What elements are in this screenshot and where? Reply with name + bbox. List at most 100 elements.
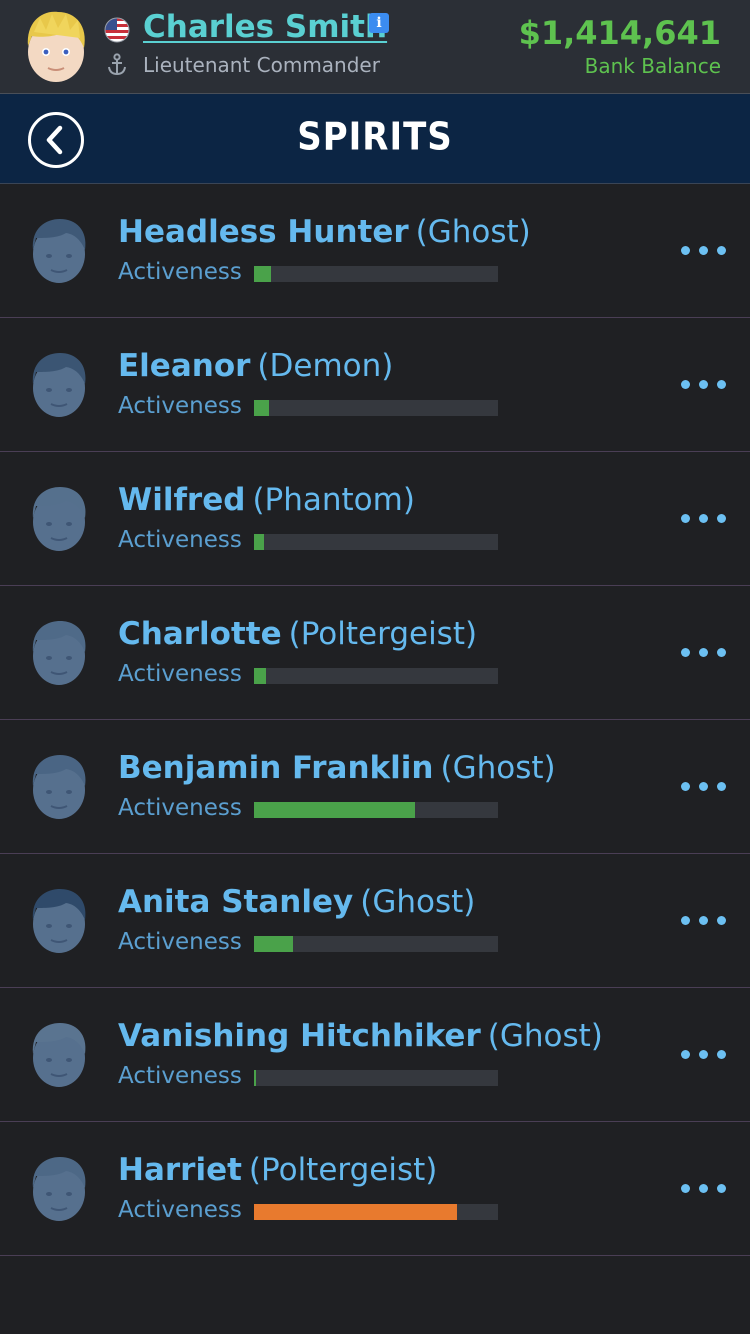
spirit-name-line: Benjamin Franklin (Ghost) (118, 750, 556, 786)
spirit-avatar (32, 755, 86, 819)
spirit-list: Headless Hunter (Ghost) Activeness Eleano… (0, 184, 750, 1256)
spirit-row-7[interactable]: Vanishing Hitchhiker (Ghost) Activeness (0, 988, 750, 1122)
page-title: SPIRITS (297, 114, 453, 160)
spirit-name-line: Charlotte (Poltergeist) (118, 616, 477, 652)
more-options-button[interactable] (676, 638, 732, 666)
more-dot-icon (717, 514, 726, 523)
spirit-type: (Demon) (257, 348, 394, 384)
more-dot-icon (699, 1050, 708, 1059)
spirit-avatar (32, 1023, 86, 1087)
more-options-button[interactable] (676, 906, 732, 934)
more-options-button[interactable] (676, 772, 732, 800)
spirit-type: (Ghost) (440, 750, 556, 786)
title-bar: SPIRITS (0, 94, 750, 184)
spirit-avatar (32, 219, 86, 283)
spirit-type: (Poltergeist) (288, 616, 478, 652)
more-dot-icon (699, 916, 708, 925)
more-options-button[interactable] (676, 504, 732, 532)
anchor-icon (108, 53, 126, 76)
spirit-name: Wilfred (118, 482, 246, 518)
more-dot-icon (699, 246, 708, 255)
activeness-bar-fill (254, 1204, 457, 1220)
more-dot-icon (699, 514, 708, 523)
more-dot-icon (681, 246, 690, 255)
more-dot-icon (717, 648, 726, 657)
activeness-label: Activeness (118, 1063, 242, 1089)
us-flag-icon (104, 17, 130, 43)
spirit-row-6[interactable]: Anita Stanley (Ghost) Activeness (0, 854, 750, 988)
activeness-label: Activeness (118, 929, 242, 955)
spirit-type: (Ghost) (415, 214, 531, 250)
spirit-row-4[interactable]: Charlotte (Poltergeist) Activeness (0, 586, 750, 720)
activeness-bar (254, 400, 498, 416)
spirit-name-line: Anita Stanley (Ghost) (118, 884, 475, 920)
activeness-label: Activeness (118, 527, 242, 553)
activeness-label: Activeness (118, 661, 242, 687)
activeness-label: Activeness (118, 393, 242, 419)
player-name-link[interactable]: Charles Smith (143, 9, 387, 45)
spirit-type: (Poltergeist) (248, 1152, 438, 1188)
more-dot-icon (699, 380, 708, 389)
spirit-row-8[interactable]: Harriet (Poltergeist) Activeness (0, 1122, 750, 1256)
activeness-label: Activeness (118, 1197, 242, 1223)
more-dot-icon (717, 1050, 726, 1059)
activeness-bar-fill (254, 266, 271, 282)
info-icon[interactable]: i (369, 13, 389, 33)
more-dot-icon (681, 648, 690, 657)
activeness-bar-fill (254, 400, 269, 416)
activeness-bar (254, 668, 498, 684)
spirit-name: Anita Stanley (118, 884, 354, 920)
bank-balance-label: Bank Balance (584, 54, 721, 78)
spirit-avatar (32, 889, 86, 953)
more-dot-icon (717, 246, 726, 255)
activeness-label: Activeness (118, 795, 242, 821)
more-dot-icon (717, 916, 726, 925)
more-dot-icon (681, 782, 690, 791)
spirit-avatar (32, 353, 86, 417)
more-dot-icon (699, 1184, 708, 1193)
activeness-bar-fill (254, 1070, 256, 1086)
spirit-row-2[interactable]: Eleanor (Demon) Activeness (0, 318, 750, 452)
spirit-name: Headless Hunter (118, 214, 409, 250)
more-dot-icon (699, 782, 708, 791)
more-dot-icon (717, 380, 726, 389)
spirit-type: (Ghost) (487, 1018, 603, 1054)
more-dot-icon (717, 1184, 726, 1193)
spirit-name-line: Eleanor (Demon) (118, 348, 393, 384)
profile-header: Charles Smith i Lieutenant Commander $1,… (0, 0, 750, 94)
more-options-button[interactable] (676, 370, 732, 398)
player-avatar[interactable] (20, 8, 92, 84)
spirit-row-1[interactable]: Headless Hunter (Ghost) Activeness (0, 184, 750, 318)
spirit-name-line: Wilfred (Phantom) (118, 482, 415, 518)
spirit-type: (Ghost) (360, 884, 476, 920)
activeness-bar-fill (254, 802, 415, 818)
spirit-row-3[interactable]: Wilfred (Phantom) Activeness (0, 452, 750, 586)
activeness-bar (254, 936, 498, 952)
spirit-name: Benjamin Franklin (118, 750, 434, 786)
more-options-button[interactable] (676, 236, 732, 264)
activeness-bar (254, 1070, 498, 1086)
activeness-label: Activeness (118, 259, 242, 285)
activeness-bar-fill (254, 668, 266, 684)
more-dot-icon (681, 380, 690, 389)
spirit-name: Charlotte (118, 616, 282, 652)
more-dot-icon (699, 648, 708, 657)
spirit-avatar (32, 1157, 86, 1221)
spirit-name-line: Headless Hunter (Ghost) (118, 214, 531, 250)
activeness-bar-fill (254, 936, 293, 952)
more-dot-icon (681, 514, 690, 523)
more-dot-icon (681, 916, 690, 925)
spirit-avatar (32, 621, 86, 685)
spirit-row-5[interactable]: Benjamin Franklin (Ghost) Activeness (0, 720, 750, 854)
spirit-name: Harriet (118, 1152, 242, 1188)
spirit-name-line: Harriet (Poltergeist) (118, 1152, 437, 1188)
more-options-button[interactable] (676, 1174, 732, 1202)
activeness-bar (254, 266, 498, 282)
bank-balance-value: $1,414,641 (518, 14, 721, 52)
more-options-button[interactable] (676, 1040, 732, 1068)
player-rank: Lieutenant Commander (143, 53, 380, 77)
spirit-avatar (32, 487, 86, 551)
spirit-name: Eleanor (118, 348, 251, 384)
activeness-bar-fill (254, 534, 264, 550)
activeness-bar (254, 802, 498, 818)
